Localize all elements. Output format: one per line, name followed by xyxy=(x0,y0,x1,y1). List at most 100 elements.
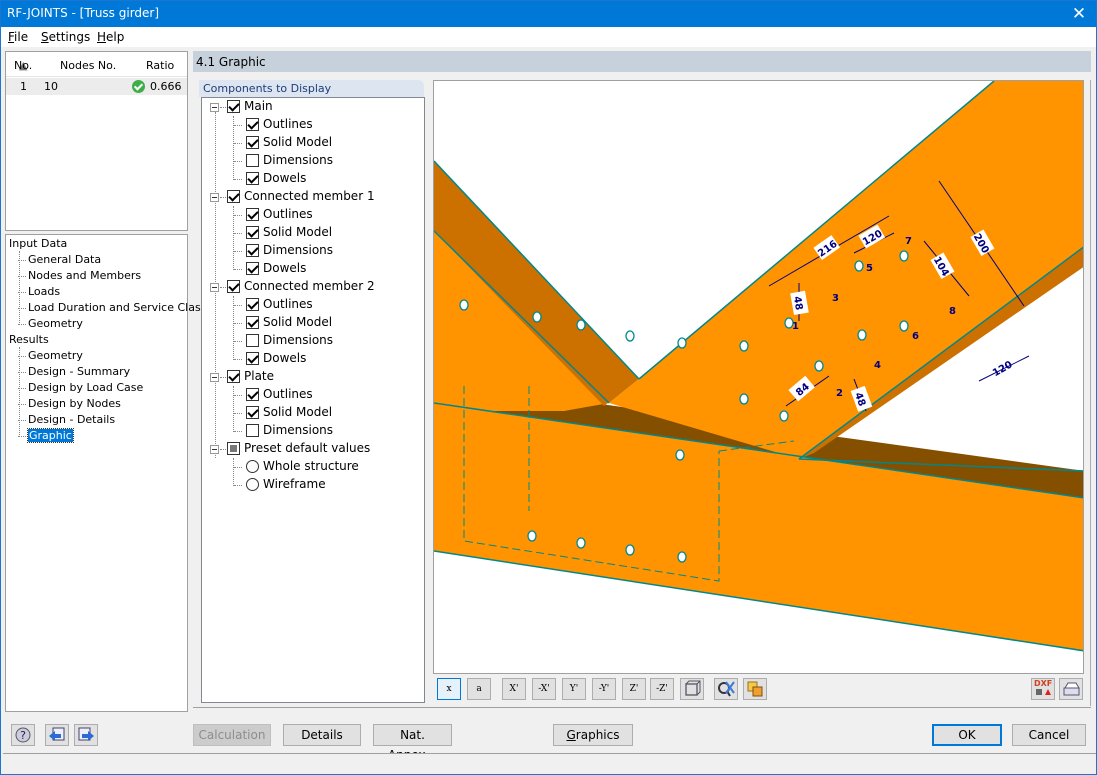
collapse-icon[interactable] xyxy=(210,373,219,382)
cm2-dowels-checkbox[interactable] xyxy=(246,352,259,365)
collapse-icon[interactable] xyxy=(210,193,219,202)
cell-no: 1 xyxy=(20,80,27,93)
dimension-x-button[interactable]: x xyxy=(437,678,461,700)
tree-line xyxy=(234,269,242,270)
previous-button[interactable] xyxy=(45,724,69,746)
details-button[interactable]: Details xyxy=(283,724,361,746)
tree-line xyxy=(234,305,242,306)
menu-help[interactable]: Help xyxy=(97,30,124,44)
export-dxf-button[interactable]: DXF xyxy=(1031,678,1055,700)
col-header-ratio[interactable]: Ratio xyxy=(146,59,174,72)
cm2-outlines-label: Outlines xyxy=(263,297,313,311)
copy-graphic-button[interactable] xyxy=(743,678,767,700)
cm1-dimensions-checkbox[interactable] xyxy=(246,244,259,257)
dowel-label: 6 xyxy=(912,331,919,342)
col-header-nodes[interactable]: Nodes No. xyxy=(60,59,116,72)
preset-checkbox[interactable] xyxy=(227,442,240,455)
view-y-button[interactable]: Y' xyxy=(562,678,586,700)
nav-item-load-duration[interactable]: Load Duration and Service Class xyxy=(17,301,206,314)
nat-annex-button[interactable]: Nat. Annex... xyxy=(373,724,452,762)
cm1-dowels-checkbox[interactable] xyxy=(246,262,259,275)
table-row[interactable]: 1 10 0.666 xyxy=(6,78,187,95)
nodes-table-header: ▲ No. Nodes No. Ratio xyxy=(6,52,187,77)
main-solid-model-checkbox[interactable] xyxy=(246,136,259,149)
menu-settings-mnemonic: S xyxy=(41,30,49,44)
nav-item-design-summary[interactable]: Design - Summary xyxy=(17,365,130,378)
collapse-icon[interactable] xyxy=(210,103,219,112)
nav-item-geometry-input[interactable]: Geometry xyxy=(18,317,83,330)
connected-member-2-checkbox[interactable] xyxy=(227,280,240,293)
tree-line xyxy=(220,197,226,198)
nav-item-loads[interactable]: Loads xyxy=(17,285,60,298)
help-button[interactable]: ? xyxy=(11,724,35,746)
cm2-dowels-label: Dowels xyxy=(263,351,307,365)
view-minus-y-button[interactable]: -Y' xyxy=(592,678,616,700)
dowel-label: 1 xyxy=(792,321,799,332)
zoom-reset-button[interactable] xyxy=(714,678,738,700)
view-minus-x-button[interactable]: -X' xyxy=(532,678,556,700)
graphics-label: raphics xyxy=(575,728,620,742)
nav-item-design-details[interactable]: Design - Details xyxy=(17,413,115,426)
nav-item-design-by-load-case[interactable]: Design by Load Case xyxy=(17,381,143,394)
cm1-solid-model-checkbox[interactable] xyxy=(246,226,259,239)
menu-help-mnemonic: H xyxy=(97,30,107,44)
main-outlines-checkbox[interactable] xyxy=(246,118,259,131)
dowel-label: 2 xyxy=(836,388,843,399)
collapse-icon[interactable] xyxy=(210,445,219,454)
tree-line xyxy=(234,215,242,216)
plate-checkbox[interactable] xyxy=(227,370,240,383)
menu-file[interactable]: File xyxy=(8,30,28,44)
view-minus-z-button[interactable]: -Z' xyxy=(650,678,674,700)
dimension-a-button[interactable]: a xyxy=(467,678,491,700)
collapse-icon[interactable] xyxy=(210,283,219,292)
dowel-hole xyxy=(857,329,867,341)
view-x-button[interactable]: X' xyxy=(502,678,526,700)
axis-minus-y-icon: -Y' xyxy=(598,684,610,694)
print-button[interactable] xyxy=(1059,678,1083,700)
nav-group-results[interactable]: Results xyxy=(9,333,49,346)
main-dimensions-checkbox[interactable] xyxy=(246,154,259,167)
graphics-button[interactable]: Graphics xyxy=(553,724,633,746)
cm2-outlines-checkbox[interactable] xyxy=(246,298,259,311)
connected-member-1-checkbox[interactable] xyxy=(227,190,240,203)
section-title: 4.1 Graphic xyxy=(196,55,266,69)
preset-label: Preset default values xyxy=(244,441,371,455)
joint-3d-model: 12345678 216120 200104488448120 xyxy=(434,81,1083,652)
plate-outlines-checkbox[interactable] xyxy=(246,388,259,401)
tree-line xyxy=(234,179,242,180)
nav-item-general-data[interactable]: General Data xyxy=(17,253,101,266)
calculation-button[interactable]: Calculation xyxy=(193,724,271,746)
main-dowels-label: Dowels xyxy=(263,171,307,185)
cm2-solid-model-checkbox[interactable] xyxy=(246,316,259,329)
close-icon[interactable]: ✕ xyxy=(1062,1,1096,27)
next-button[interactable] xyxy=(74,724,98,746)
nav-item-nodes-and-members[interactable]: Nodes and Members xyxy=(17,269,141,282)
nav-item-graphic[interactable]: Graphic xyxy=(18,428,74,443)
cm1-outlines-checkbox[interactable] xyxy=(246,208,259,221)
cm2-dimensions-checkbox[interactable] xyxy=(246,334,259,347)
main-dowels-checkbox[interactable] xyxy=(246,172,259,185)
nav-item-geometry-results[interactable]: Geometry xyxy=(18,349,83,362)
menu-settings[interactable]: Settings xyxy=(41,30,90,44)
view-z-button[interactable]: Z' xyxy=(622,678,646,700)
ok-check-icon xyxy=(132,80,145,93)
plate-dimensions-label: Dimensions xyxy=(263,423,334,437)
plate-solid-model-checkbox[interactable] xyxy=(246,406,259,419)
right-diagonal-face xyxy=(609,81,1083,459)
components-panel-header: Components to Display xyxy=(199,80,424,97)
plate-dimensions-checkbox[interactable] xyxy=(246,424,259,437)
nav-group-input-data[interactable]: Input Data xyxy=(9,237,67,250)
axis-z-icon: Z' xyxy=(629,684,639,694)
main-checkbox[interactable] xyxy=(227,100,240,113)
tree-line xyxy=(19,251,20,323)
graphic-viewport[interactable]: 12345678 216 120 200 104 48 84 48 120 xyxy=(433,80,1084,674)
isometric-view-button[interactable] xyxy=(680,678,704,700)
ok-button[interactable]: OK xyxy=(932,724,1002,746)
tree-line xyxy=(220,449,226,450)
cancel-button[interactable]: Cancel xyxy=(1012,724,1086,746)
whole-structure-radio[interactable] xyxy=(246,460,259,473)
wireframe-radio[interactable] xyxy=(246,478,259,491)
col-header-no[interactable]: No. xyxy=(14,59,32,72)
title-bar: RF-JOINTS - [Truss girder] ✕ xyxy=(1,1,1096,27)
nav-item-design-by-nodes[interactable]: Design by Nodes xyxy=(18,397,121,410)
